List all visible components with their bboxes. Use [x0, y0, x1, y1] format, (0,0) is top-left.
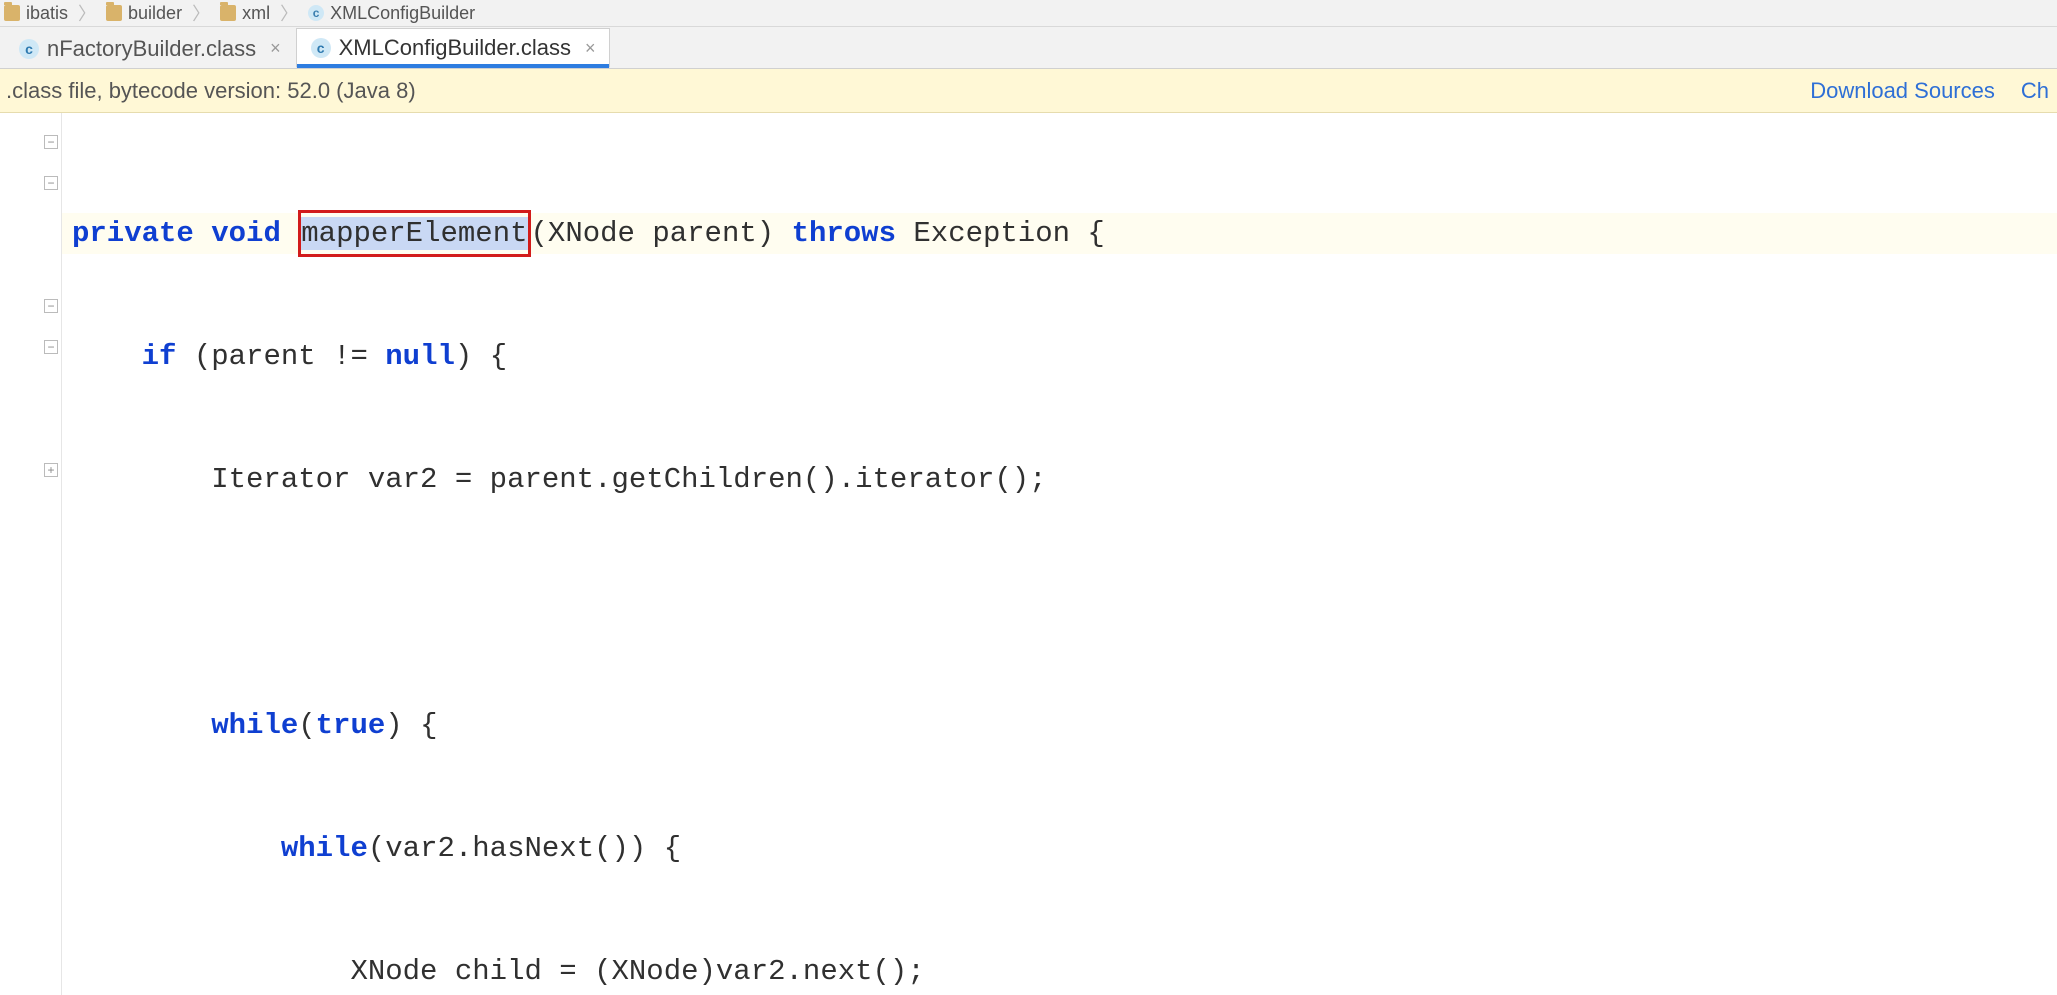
- close-icon[interactable]: ×: [585, 38, 596, 59]
- code-line[interactable]: while(true) {: [62, 705, 2057, 746]
- indent: [72, 828, 281, 869]
- code-line[interactable]: [62, 582, 2057, 623]
- code-text: (var2.hasNext()) {: [368, 828, 681, 869]
- code-line[interactable]: Iterator var2 = parent.getChildren().ite…: [62, 459, 2057, 500]
- breadcrumb-label: ibatis: [26, 3, 68, 24]
- annotation-box: mapperElement: [298, 210, 530, 257]
- class-icon: c: [311, 38, 331, 58]
- breadcrumb-label: XMLConfigBuilder: [330, 3, 475, 24]
- code-area[interactable]: private void mapperElement(XNode parent)…: [62, 113, 2057, 995]
- keyword: void: [211, 213, 281, 254]
- fold-toggle-icon[interactable]: −: [44, 176, 58, 190]
- close-icon[interactable]: ×: [270, 38, 281, 59]
- code-line[interactable]: if (parent != null) {: [62, 336, 2057, 377]
- breadcrumb: ibatis 〉 builder 〉 xml 〉 c XMLConfigBuil…: [0, 0, 2057, 27]
- breadcrumb-sep-icon: 〉: [192, 0, 210, 26]
- code-text: (XNode parent): [531, 213, 792, 254]
- editor-tabs: c nFactoryBuilder.class × c XMLConfigBui…: [0, 27, 2057, 69]
- breadcrumb-item[interactable]: ibatis: [4, 3, 68, 24]
- breadcrumb-label: builder: [128, 3, 182, 24]
- class-icon: c: [19, 39, 39, 59]
- breadcrumb-sep-icon: 〉: [280, 0, 298, 26]
- keyword: while: [281, 828, 368, 869]
- breadcrumb-item[interactable]: builder: [106, 3, 182, 24]
- keyword: private: [72, 213, 194, 254]
- code-text: ) {: [385, 705, 437, 746]
- tab-xmlconfigbuilder[interactable]: c XMLConfigBuilder.class ×: [296, 28, 611, 68]
- code-text: ) {: [455, 336, 507, 377]
- code-text: Exception {: [896, 213, 1105, 254]
- keyword: while: [211, 705, 298, 746]
- code-line[interactable]: XNode child = (XNode)var2.next();: [62, 951, 2057, 992]
- editor: − − − − + private void mapperElement(XNo…: [0, 113, 2057, 995]
- choose-sources-link[interactable]: Ch: [2021, 78, 2049, 104]
- fold-toggle-icon[interactable]: −: [44, 135, 58, 149]
- keyword: null: [385, 336, 455, 377]
- code-text: (: [298, 705, 315, 746]
- tab-factory-builder[interactable]: c nFactoryBuilder.class ×: [4, 28, 296, 68]
- folder-icon: [220, 5, 236, 21]
- fold-toggle-icon[interactable]: +: [44, 463, 58, 477]
- code-line[interactable]: while(var2.hasNext()) {: [62, 828, 2057, 869]
- indent: [72, 336, 142, 377]
- download-sources-link[interactable]: Download Sources: [1810, 78, 1995, 104]
- tab-label: XMLConfigBuilder.class: [339, 35, 571, 61]
- decompiled-info-bar: .class file, bytecode version: 52.0 (Jav…: [0, 69, 2057, 113]
- code-text: Iterator var2 = parent.getChildren().ite…: [72, 459, 1047, 500]
- code-text: XNode child = (XNode)var2.next();: [72, 951, 925, 992]
- code-line[interactable]: private void mapperElement(XNode parent)…: [62, 213, 2057, 254]
- class-icon: c: [308, 5, 324, 21]
- breadcrumb-label: xml: [242, 3, 270, 24]
- fold-toggle-icon[interactable]: −: [44, 299, 58, 313]
- fold-toggle-icon[interactable]: −: [44, 340, 58, 354]
- indent: [72, 705, 211, 746]
- keyword: true: [316, 705, 386, 746]
- keyword: if: [142, 336, 177, 377]
- folder-icon: [106, 5, 122, 21]
- breadcrumb-item[interactable]: c XMLConfigBuilder: [308, 3, 475, 24]
- tab-label: nFactoryBuilder.class: [47, 36, 256, 62]
- keyword: throws: [792, 213, 896, 254]
- breadcrumb-sep-icon: 〉: [78, 0, 96, 26]
- code-text: (parent !=: [176, 336, 385, 377]
- folder-icon: [4, 5, 20, 21]
- info-text: .class file, bytecode version: 52.0 (Jav…: [6, 78, 416, 104]
- breadcrumb-item[interactable]: xml: [220, 3, 270, 24]
- gutter[interactable]: − − − − +: [0, 113, 62, 995]
- selected-text: mapperElement: [301, 217, 527, 250]
